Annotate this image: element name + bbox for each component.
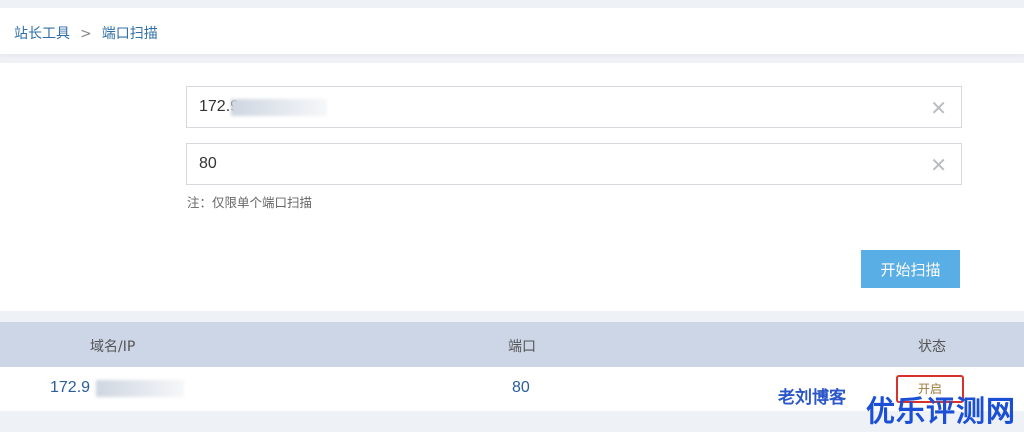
watermark-blog: 老刘博客 — [778, 388, 846, 408]
redacted-ip-blur — [231, 99, 327, 116]
clear-port-icon[interactable]: ✕ — [930, 153, 947, 177]
results-table-header: 域名/IP 端口 状态 — [0, 322, 1024, 367]
port-note: 注：仅限单个端口扫描 — [187, 195, 313, 210]
breadcrumb: 站长工具 > 端口扫描 — [14, 23, 158, 43]
breadcrumb-root-link[interactable]: 站长工具 — [14, 26, 70, 42]
row-host-cell: 172.9 — [50, 379, 91, 396]
column-header-status: 状态 — [918, 339, 946, 355]
clear-host-icon[interactable]: ✕ — [930, 96, 947, 120]
redacted-ip-blur — [96, 380, 184, 397]
host-field: ✕ — [186, 86, 962, 128]
port-field: ✕ — [186, 143, 962, 185]
start-scan-button[interactable]: 开始扫描 — [861, 250, 960, 288]
column-header-port: 端口 — [508, 339, 536, 355]
port-input[interactable] — [187, 144, 919, 184]
breadcrumb-separator: > — [80, 26, 92, 42]
watermark-site: 优乐评测网 — [866, 394, 1017, 428]
breadcrumb-bar: 站长工具 > 端口扫描 — [0, 8, 1024, 54]
row-port-cell: 80 — [512, 379, 530, 396]
breadcrumb-current[interactable]: 端口扫描 — [102, 26, 158, 42]
column-header-host: 域名/IP — [90, 339, 136, 355]
top-strip — [0, 0, 1024, 8]
